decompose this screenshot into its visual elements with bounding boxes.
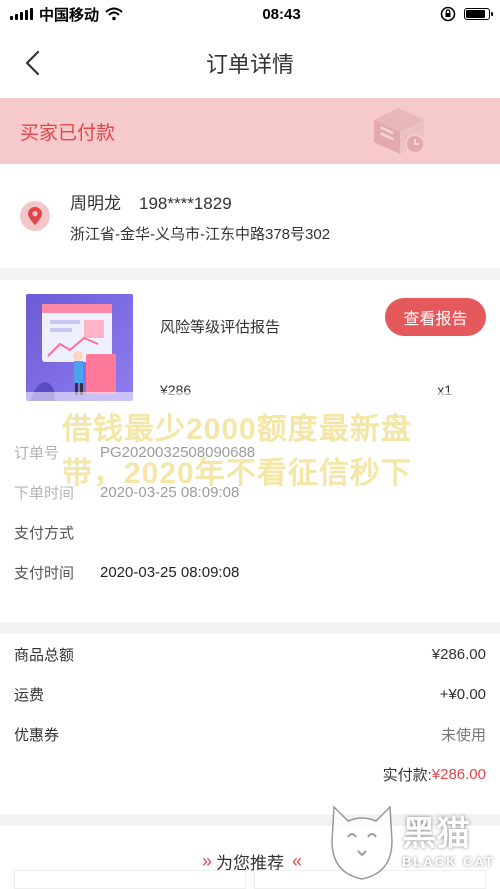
recommend-card[interactable] — [254, 870, 486, 889]
recommend-cards — [0, 870, 500, 889]
view-report-button[interactable]: 查看报告 — [385, 298, 486, 336]
nav-bar: 订单详情 — [0, 28, 500, 98]
product-name: 风险等级评估报告 — [160, 319, 281, 336]
rotation-lock-icon — [440, 6, 456, 22]
amount-label: 商品总额 — [14, 646, 75, 664]
order-status-text: 买家已付款 — [20, 122, 116, 144]
product-quantity: x1 — [437, 382, 452, 398]
order-info-section: 订单号 PG2020032508090688 下单时间 2020-03-25 0… — [0, 408, 500, 622]
order-status-banner: 买家已付款 — [0, 98, 500, 164]
recipient-row: 周明龙 198****1829 — [70, 189, 330, 214]
page-title: 订单详情 — [205, 52, 294, 77]
status-left: 中国移动 — [10, 4, 123, 25]
coupon-value: 未使用 — [440, 726, 486, 744]
shipping-fee-value: +¥0.00 — [439, 685, 486, 703]
recipient-phone: 198****1829 — [139, 193, 232, 213]
amount-label: 运费 — [14, 686, 45, 704]
paid-total-row: 实付款: ¥286.00 — [14, 754, 486, 794]
product-thumbnail[interactable] — [26, 294, 133, 401]
address-text: 周明龙 198****1829 浙江省-金华-义乌市-江东中路378号302 — [70, 189, 330, 244]
info-label: 支付时间 — [14, 564, 75, 582]
shipping-address[interactable]: 周明龙 198****1829 浙江省-金华-义乌市-江东中路378号302 — [0, 164, 500, 268]
goods-total-row: 商品总额 ¥286.00 — [14, 634, 486, 674]
info-label: 订单号 — [14, 444, 60, 462]
double-chevron-right-icon: » — [201, 850, 212, 871]
order-time-value: 2020-03-25 08:09:08 — [100, 483, 240, 501]
goods-total-value: ¥286.00 — [431, 645, 486, 663]
amount-summary: 商品总额 ¥286.00 运费 +¥0.00 优惠券 未使用 实付款: ¥286.… — [0, 634, 500, 814]
address-detail: 浙江省-金华-义乌市-江东中路378号302 — [70, 225, 331, 243]
paid-label: 实付款: — [382, 766, 432, 784]
clock: 08:43 — [262, 5, 301, 23]
info-label: 下单时间 — [14, 484, 75, 502]
status-bar: 中国移动 08:43 — [0, 0, 500, 28]
wifi-icon — [105, 7, 123, 21]
amount-label: 优惠券 — [14, 726, 60, 744]
order-number-row: 订单号 PG2020032508090688 — [0, 432, 500, 472]
back-arrow-icon[interactable] — [22, 50, 46, 76]
paid-value: ¥286.00 — [431, 765, 486, 783]
payment-time-value: 2020-03-25 08:09:08 — [100, 563, 240, 581]
shipping-fee-row: 运费 +¥0.00 — [14, 674, 486, 714]
recipient-name: 周明龙 — [70, 193, 121, 213]
double-chevron-left-icon: « — [292, 850, 302, 871]
battery-icon — [463, 8, 493, 20]
recommend-card[interactable] — [14, 870, 246, 889]
package-clock-icon — [374, 108, 425, 154]
product-card: 风险等级评估报告 查看报告 ¥286 x1 — [0, 280, 500, 408]
battery-fill — [465, 10, 485, 18]
payment-method-row: 支付方式 — [0, 512, 500, 552]
order-number-value[interactable]: PG2020032508090688 — [100, 444, 255, 461]
location-pin-icon — [20, 201, 50, 231]
carrier-label: 中国移动 — [39, 6, 100, 24]
order-time-row: 下单时间 2020-03-25 08:09:08 — [0, 472, 500, 512]
product-price: ¥286 — [160, 382, 192, 398]
info-label: 支付方式 — [14, 524, 75, 542]
status-right — [440, 6, 493, 22]
coupon-row: 优惠券 未使用 — [14, 714, 486, 754]
signal-icon — [10, 8, 33, 20]
payment-time-row: 支付时间 2020-03-25 08:09:08 — [0, 552, 500, 592]
